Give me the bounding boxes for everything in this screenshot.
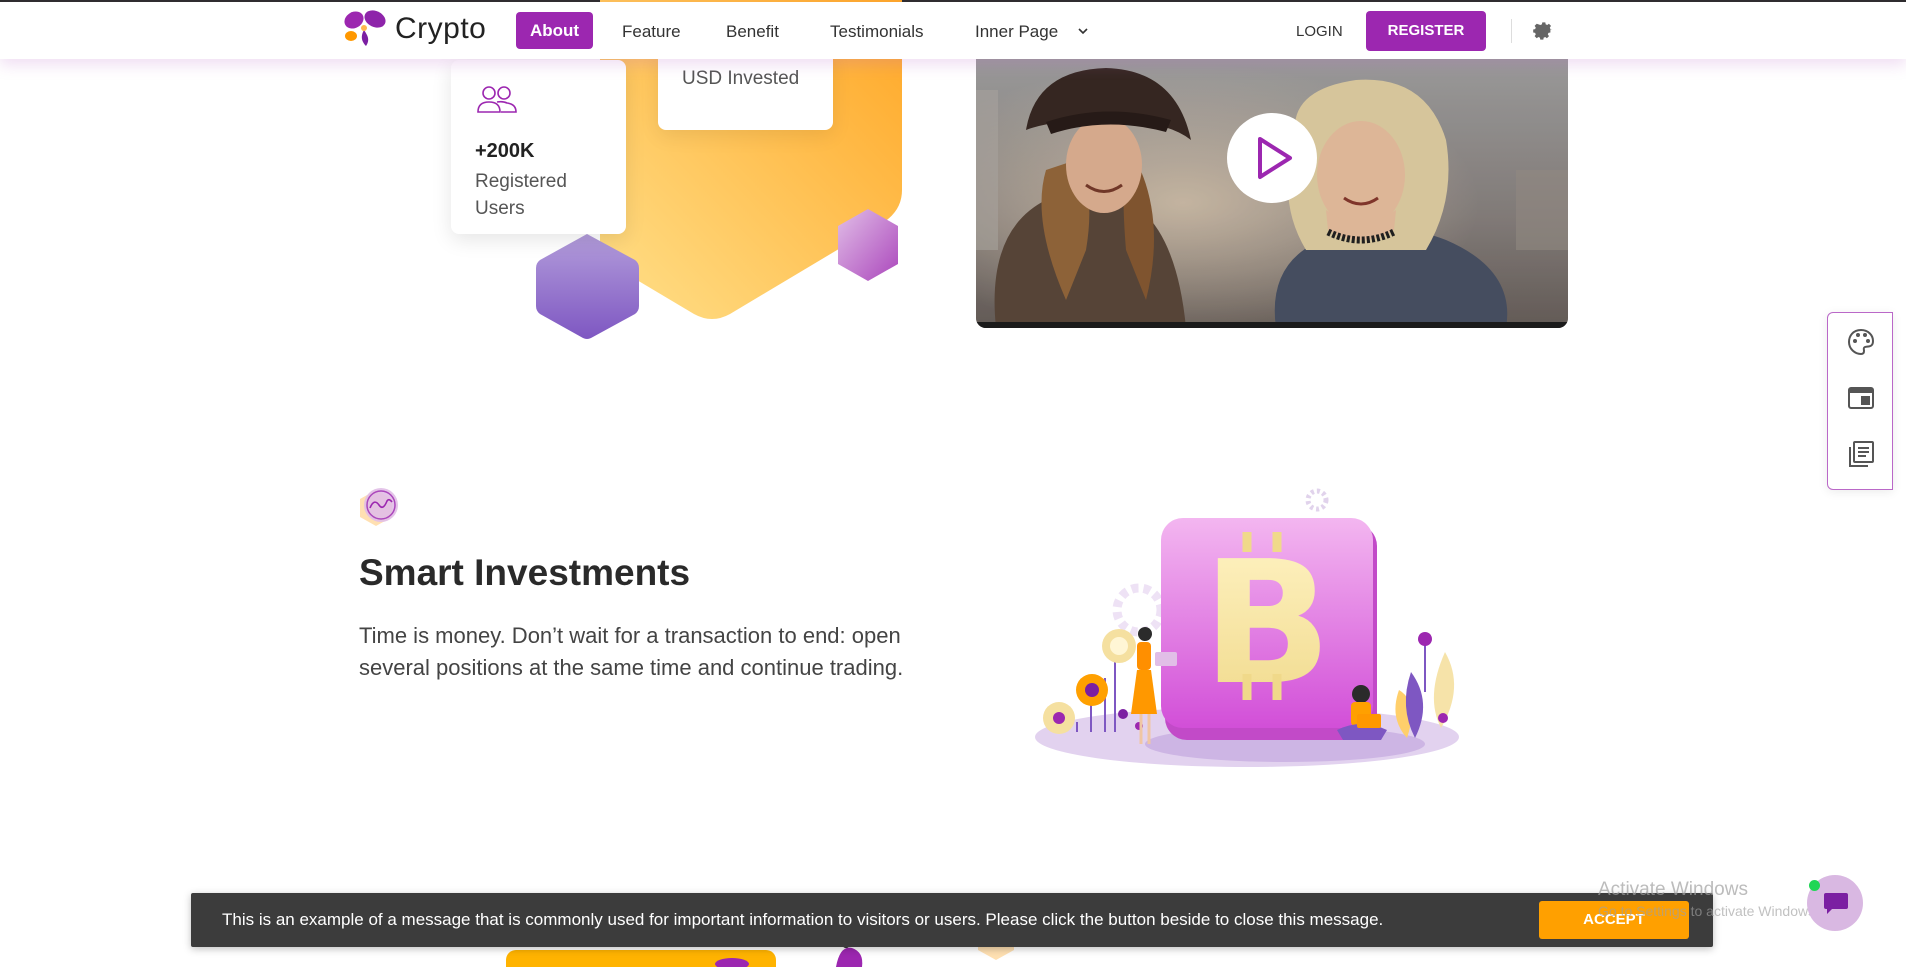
purple-hexagon-shape bbox=[536, 234, 639, 339]
video-bottom-bar bbox=[976, 322, 1568, 328]
pages-icon[interactable] bbox=[1846, 439, 1876, 469]
crypto-logo-icon[interactable] bbox=[342, 8, 388, 50]
play-button[interactable] bbox=[1227, 113, 1317, 203]
nav-benefit[interactable]: Benefit bbox=[726, 22, 779, 42]
chat-icon bbox=[1824, 893, 1848, 914]
chart-hexagon-icon bbox=[360, 488, 398, 526]
login-link[interactable]: LOGIN bbox=[1296, 23, 1343, 40]
registered-users-card: +200K Registered Users bbox=[451, 60, 626, 234]
nav-feature[interactable]: Feature bbox=[622, 22, 681, 42]
registered-users-value: +200K bbox=[475, 140, 535, 162]
gear-icon[interactable] bbox=[1531, 19, 1555, 43]
usd-invested-label: USD Invested bbox=[682, 68, 800, 89]
site-header: Crypto About Feature Benefit Testimonial… bbox=[0, 2, 1906, 59]
svg-text:B: B bbox=[1202, 525, 1332, 723]
users-icon bbox=[477, 86, 517, 113]
cookie-message: This is an example of a message that is … bbox=[222, 910, 1384, 929]
header-divider bbox=[1511, 19, 1512, 43]
floating-side-panel bbox=[1827, 312, 1893, 490]
brand-name[interactable]: Crypto bbox=[395, 12, 486, 46]
usd-invested-card: USD Invested bbox=[658, 50, 833, 130]
play-icon bbox=[1258, 137, 1292, 179]
nav-inner-page[interactable]: Inner Page bbox=[975, 22, 1058, 42]
feature-title: Smart Investments bbox=[359, 552, 691, 593]
feature-description: Time is money. Don’t wait for a transact… bbox=[359, 623, 904, 680]
pink-hexagon-shape bbox=[838, 209, 898, 281]
nav-testimonials[interactable]: Testimonials bbox=[830, 22, 924, 42]
layout-icon[interactable] bbox=[1846, 383, 1876, 413]
next-section-purple-shape bbox=[715, 958, 749, 967]
cookie-notice-bar: This is an example of a message that is … bbox=[191, 893, 1713, 947]
bitcoin-illustration: B bbox=[1035, 488, 1459, 767]
chevron-down-icon[interactable] bbox=[1078, 26, 1088, 36]
activate-windows-subtitle: Go to Settings to activate Windows. bbox=[1598, 903, 1819, 919]
nav-about[interactable]: About bbox=[516, 12, 593, 49]
registered-users-label: Registered Users bbox=[475, 171, 567, 219]
register-button[interactable]: REGISTER bbox=[1366, 11, 1486, 51]
activate-windows-title: Activate Windows bbox=[1598, 879, 1748, 900]
online-status-dot bbox=[1809, 880, 1820, 891]
palette-icon[interactable] bbox=[1846, 327, 1876, 357]
